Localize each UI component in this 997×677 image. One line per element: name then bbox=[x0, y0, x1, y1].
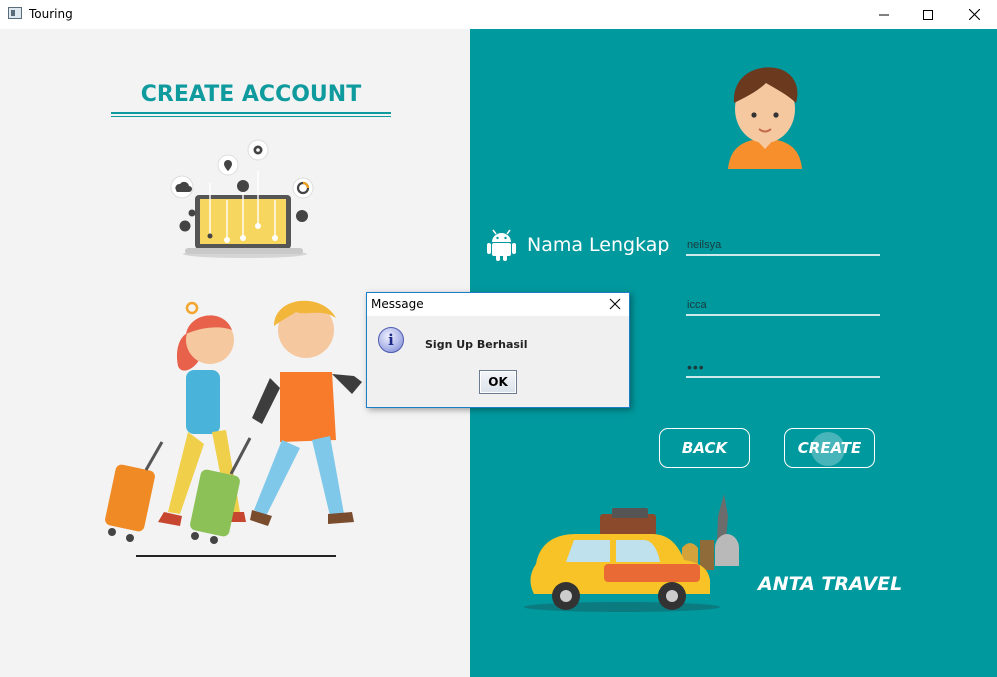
message-dialog: Message i Sign Up Berhasil OK bbox=[366, 292, 630, 408]
back-button[interactable]: BACK bbox=[659, 428, 750, 468]
dialog-titlebar: Message bbox=[367, 293, 629, 316]
user-avatar-icon bbox=[728, 67, 802, 169]
close-icon bbox=[968, 9, 980, 20]
window-titlebar: Touring bbox=[0, 0, 997, 29]
window-title: Touring bbox=[29, 7, 73, 21]
minimize-button[interactable] bbox=[861, 0, 907, 29]
back-button-label: BACK bbox=[681, 439, 728, 457]
close-window-button[interactable] bbox=[951, 0, 997, 29]
full-name-input[interactable] bbox=[686, 236, 880, 256]
dialog-title: Message bbox=[371, 297, 424, 311]
close-icon bbox=[609, 298, 621, 310]
travelers-illustration bbox=[105, 300, 362, 557]
create-button[interactable]: CREATE bbox=[784, 428, 875, 468]
maximize-icon bbox=[923, 9, 933, 20]
password-input[interactable] bbox=[686, 358, 880, 378]
name-label: Nama Lengkap bbox=[527, 234, 670, 256]
page-title: CREATE ACCOUNT bbox=[140, 82, 362, 107]
android-icon bbox=[487, 229, 516, 261]
dialog-close-button[interactable] bbox=[607, 296, 623, 312]
app-window-icon bbox=[8, 7, 22, 19]
title-underline-thin bbox=[111, 116, 391, 117]
travel-car-illustration bbox=[524, 494, 739, 612]
dialog-message: Sign Up Berhasil bbox=[425, 338, 528, 351]
title-underline bbox=[111, 112, 391, 114]
create-button-label: CREATE bbox=[797, 439, 862, 457]
info-icon: i bbox=[378, 327, 404, 353]
username-input[interactable] bbox=[686, 296, 880, 316]
laptop-network-illustration bbox=[170, 139, 314, 258]
minimize-icon bbox=[879, 14, 889, 15]
maximize-button[interactable] bbox=[905, 0, 951, 29]
brand-name: ANTA TRAVEL bbox=[758, 573, 903, 595]
ok-button[interactable]: OK bbox=[479, 370, 517, 394]
